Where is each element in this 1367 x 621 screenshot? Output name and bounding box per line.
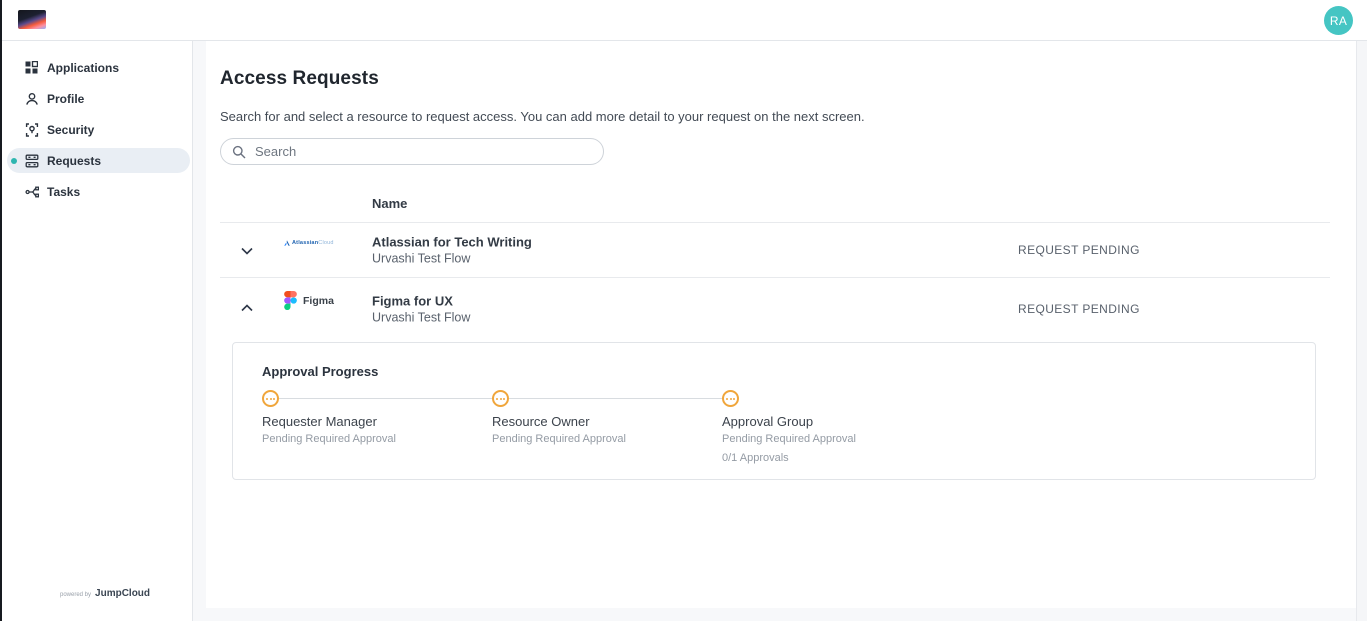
sidebar-item-label: Tasks: [47, 185, 80, 199]
main-content: Access Requests Search for and select a …: [206, 41, 1356, 608]
step-label: Approval Group: [722, 414, 947, 429]
resource-name: Figma for UX: [372, 294, 470, 309]
sidebar-item-label: Security: [47, 123, 94, 137]
resource-name-cell: Figma for UX Urvashi Test Flow: [372, 294, 470, 325]
step-status: Pending Required Approval: [262, 433, 487, 445]
step-status: Pending Required Approval: [722, 433, 947, 445]
user-icon: [24, 91, 39, 106]
resource-search: [220, 138, 604, 165]
resource-subtitle: Urvashi Test Flow: [372, 311, 470, 325]
atlassian-cloud-logo: AtlassianCloud: [284, 240, 334, 246]
apps-grid-icon: [24, 60, 39, 75]
resource-name: Atlassian for Tech Writing: [372, 235, 532, 250]
approval-step-resource-owner: Resource Owner Pending Required Approval: [492, 390, 717, 445]
approval-step-approval-group: Approval Group Pending Required Approval…: [722, 390, 947, 464]
pending-step-icon: [492, 390, 509, 407]
chevron-down-icon[interactable]: [238, 242, 256, 260]
top-bar: RA: [0, 0, 1367, 41]
status-badge: REQUEST PENDING: [1018, 243, 1140, 257]
user-avatar[interactable]: RA: [1324, 6, 1353, 35]
sidebar-item-security[interactable]: Security: [0, 114, 193, 145]
figma-logo: Figma: [284, 291, 334, 310]
sidebar-nav: Applications Profile: [0, 52, 193, 207]
chevron-up-icon[interactable]: [238, 299, 256, 317]
sidebar-item-label: Applications: [47, 61, 119, 75]
approval-step-requester-manager: Requester Manager Pending Required Appro…: [262, 390, 487, 445]
requests-stack-icon: [24, 153, 39, 168]
scrollbar-track[interactable]: [1356, 41, 1367, 621]
sidebar-item-label: Profile: [47, 92, 84, 106]
page-description: Search for and select a resource to requ…: [220, 109, 865, 124]
step-label: Resource Owner: [492, 414, 717, 429]
sidebar: Applications Profile: [0, 41, 193, 621]
sidebar-item-tasks[interactable]: Tasks: [0, 176, 193, 207]
page-title: Access Requests: [220, 68, 379, 90]
sidebar-item-applications[interactable]: Applications: [0, 52, 193, 83]
request-row-atlassian[interactable]: AtlassianCloud Atlassian for Tech Writin…: [220, 223, 1330, 277]
pending-step-icon: [262, 390, 279, 407]
approval-progress-card: Approval Progress Requester Manager Pend…: [232, 342, 1316, 480]
powered-by-jumpcloud: powered by JumpCloud: [60, 588, 150, 599]
atlassian-logo-text: AtlassianCloud: [292, 240, 334, 246]
sidebar-item-requests[interactable]: Requests: [0, 145, 193, 176]
pending-step-icon: [722, 390, 739, 407]
approval-progress-title: Approval Progress: [262, 364, 378, 379]
request-row-figma[interactable]: Figma Figma for UX Urvashi Test Flow REQ…: [220, 278, 1330, 340]
figma-logo-text: Figma: [303, 295, 334, 307]
status-badge: REQUEST PENDING: [1018, 302, 1140, 316]
search-icon: [232, 145, 246, 159]
window-edge: [0, 0, 2, 621]
resource-name-cell: Atlassian for Tech Writing Urvashi Test …: [372, 235, 532, 266]
jumpcloud-brand: JumpCloud: [95, 588, 150, 599]
step-label: Requester Manager: [262, 414, 487, 429]
sidebar-item-profile[interactable]: Profile: [0, 83, 193, 114]
resource-subtitle: Urvashi Test Flow: [372, 252, 532, 266]
tasks-flow-icon: [24, 184, 39, 199]
step-status: Pending Required Approval: [492, 433, 717, 445]
search-input[interactable]: [255, 144, 575, 159]
active-dot: [11, 158, 17, 164]
org-logo: [18, 10, 46, 29]
sidebar-item-label: Requests: [47, 154, 101, 168]
access-requests-page: RA Applications: [0, 0, 1367, 621]
step-approvals-count: 0/1 Approvals: [722, 452, 947, 464]
column-header-name: Name: [372, 196, 407, 211]
security-scan-icon: [24, 122, 39, 137]
approval-stepper: Requester Manager Pending Required Appro…: [262, 390, 1282, 470]
powered-by-text: powered by: [60, 592, 91, 598]
